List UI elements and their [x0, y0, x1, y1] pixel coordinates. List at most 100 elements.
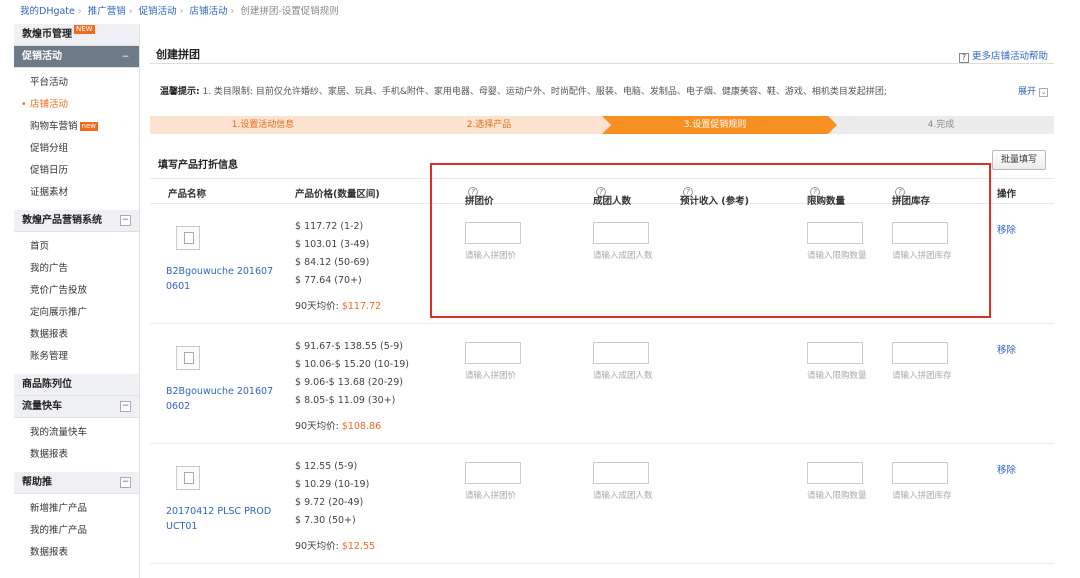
- page-title: 创建拼团: [156, 48, 200, 61]
- step-3: 3.设置促销规则: [602, 116, 837, 134]
- group-size-input[interactable]: [593, 462, 649, 484]
- sidebar-item-promo-groups[interactable]: 促销分组: [14, 138, 139, 160]
- sidebar-section-promotions[interactable]: 促销活动 −: [14, 46, 139, 68]
- new-badge: new: [79, 122, 98, 131]
- sidebar-item-add-product[interactable]: 新增推广产品: [14, 498, 139, 520]
- sidebar-item-platform-activity[interactable]: 平台活动: [14, 72, 139, 94]
- sidebar-item-label: 购物车营销: [30, 121, 78, 132]
- sidebar: 敦煌币管理NEW 促销活动 − 平台活动 店铺活动 购物车营销new 促销分组 促…: [14, 24, 140, 578]
- group-price-placeholder: 请输入拼团价: [465, 371, 517, 381]
- sidebar-item-my-products[interactable]: 我的推广产品: [14, 520, 139, 542]
- product-name-link[interactable]: 20170412 PLSC PRODUCT01: [166, 504, 276, 534]
- sidebar-section-label: 促销活动: [22, 51, 62, 62]
- step-1: 1.设置活动信息: [150, 116, 385, 134]
- avg-price-value: $12.55: [341, 541, 376, 552]
- sidebar-item-bid-ads[interactable]: 竞价广告投放: [14, 280, 139, 302]
- breadcrumb-store-activity[interactable]: 店铺活动: [189, 6, 227, 17]
- group-price-input[interactable]: [465, 222, 521, 244]
- step-2: 2.选择产品: [376, 116, 611, 134]
- product-image-icon[interactable]: [176, 466, 200, 490]
- stock-input[interactable]: [892, 462, 948, 484]
- limit-placeholder: 请输入限购数量: [807, 251, 867, 261]
- help-icon: ?: [958, 53, 969, 63]
- price-tiers: $ 12.55 (5-9) $ 10.29 (10-19) $ 9.72 (20…: [295, 458, 369, 530]
- stock-input[interactable]: [892, 342, 948, 364]
- help-link-label: 更多店铺活动帮助: [971, 51, 1048, 62]
- product-image-icon[interactable]: [176, 346, 200, 370]
- sidebar-item-promo-calendar[interactable]: 促销日历: [14, 160, 139, 182]
- avg-price-label: 90天均价:: [295, 301, 339, 312]
- group-price-input[interactable]: [465, 462, 521, 484]
- remove-link[interactable]: 移除: [997, 462, 1016, 476]
- collapse-icon[interactable]: −: [120, 401, 131, 412]
- tips-bar: 温馨提示: 1. 类目限制: 目前仅允许婚纱、家居、玩具、手机&附件、家用电器、…: [150, 80, 1054, 104]
- remove-link[interactable]: 移除: [997, 222, 1016, 236]
- group-size-input[interactable]: [593, 342, 649, 364]
- chevron-down-icon: ⌄: [1039, 88, 1048, 97]
- collapse-icon[interactable]: −: [120, 215, 131, 226]
- col-income: 预计收入 (参考)?: [680, 186, 749, 207]
- sidebar-item-home[interactable]: 首页: [14, 236, 139, 258]
- limit-input[interactable]: [807, 222, 863, 244]
- breadcrumb-home[interactable]: 我的DHgate: [20, 6, 75, 17]
- sidebar-section-label: 帮助推: [22, 477, 52, 488]
- price-tier: $ 8.05-$ 11.09 (30+): [295, 395, 396, 406]
- price-tier: $ 12.55 (5-9): [295, 461, 358, 472]
- breadcrumb-marketing[interactable]: 推广营销: [88, 6, 126, 17]
- sidebar-item-cart-marketing[interactable]: 购物车营销 new: [14, 116, 139, 138]
- group-price-input[interactable]: [465, 342, 521, 364]
- section-title: 填写产品打折信息: [158, 160, 238, 171]
- price-tier: $ 84.12 (50-69): [295, 257, 370, 268]
- product-name-link[interactable]: B2Bgouwuche 2016070601: [166, 264, 276, 294]
- sidebar-section-help-promote[interactable]: 帮助推 −: [14, 472, 139, 494]
- expand-link[interactable]: 展开 ⌄: [1018, 80, 1048, 104]
- table-header: 产品名称 产品价格(数量区间) 拼团价? 成团人数? 预计收入 (参考)? 限购…: [150, 178, 1054, 207]
- sidebar-item-help-reports[interactable]: 数据报表: [14, 542, 139, 564]
- help-link[interactable]: ? 更多店铺活动帮助: [958, 48, 1048, 63]
- sidebar-item-traffic-reports[interactable]: 数据报表: [14, 444, 139, 466]
- sidebar-item-my-traffic[interactable]: 我的流量快车: [14, 422, 139, 444]
- price-tier: $ 10.06-$ 15.20 (10-19): [295, 359, 409, 370]
- price-tier: $ 103.01 (3-49): [295, 239, 370, 250]
- batch-fill-button[interactable]: 批量填写: [991, 150, 1046, 170]
- stock-placeholder: 请输入拼团库存: [892, 371, 952, 381]
- limit-input[interactable]: [807, 342, 863, 364]
- limit-placeholder: 请输入限购数量: [807, 491, 867, 501]
- breadcrumb-promotions[interactable]: 促销活动: [139, 6, 177, 17]
- tips-label: 温馨提示:: [160, 87, 200, 97]
- main-content: 创建拼团 ? 更多店铺活动帮助 温馨提示: 1. 类目限制: 目前仅允许婚纱、家居…: [150, 24, 1054, 564]
- sidebar-section-label: 敦煌币管理: [22, 29, 72, 40]
- price-tier: $ 7.30 (50+): [295, 515, 356, 526]
- remove-link[interactable]: 移除: [997, 342, 1016, 356]
- product-image-icon[interactable]: [176, 226, 200, 250]
- sidebar-item-reports[interactable]: 数据报表: [14, 324, 139, 346]
- table-row: B2Bgouwuche 2016070602 $ 91.67-$ 138.55 …: [150, 324, 1054, 444]
- sidebar-item-store-activity[interactable]: 店铺活动: [14, 94, 139, 116]
- price-tier: $ 117.72 (1-2): [295, 221, 364, 232]
- sidebar-section-marketing-system[interactable]: 敦煌产品营销系统 −: [14, 210, 139, 232]
- sidebar-section-showcase[interactable]: 商品陈列位: [14, 374, 139, 396]
- group-price-placeholder: 请输入拼团价: [465, 491, 517, 501]
- sidebar-section-traffic[interactable]: 流量快车 −: [14, 396, 139, 418]
- avg-price-value: $108.86: [341, 421, 382, 432]
- stock-input[interactable]: [892, 222, 948, 244]
- avg-price-label: 90天均价:: [295, 421, 339, 432]
- sidebar-item-accounts[interactable]: 账务管理: [14, 346, 139, 368]
- group-size-input[interactable]: [593, 222, 649, 244]
- group-size-placeholder: 请输入成团人数: [593, 491, 653, 501]
- group-size-placeholder: 请输入成团人数: [593, 371, 653, 381]
- collapse-icon[interactable]: −: [120, 46, 131, 62]
- col-limit: 限购数量?: [807, 186, 845, 207]
- col-stock: 拼团库存?: [892, 186, 930, 207]
- step-4: 4.完成: [828, 116, 1054, 134]
- limit-input[interactable]: [807, 462, 863, 484]
- sidebar-section-coins[interactable]: 敦煌币管理 NEW: [14, 24, 139, 46]
- sidebar-item-evidence[interactable]: 证据素材: [14, 182, 139, 204]
- sidebar-item-targeted-display[interactable]: 定向展示推广: [14, 302, 139, 324]
- product-name-link[interactable]: B2Bgouwuche 2016070602: [166, 384, 276, 414]
- price-tier: $ 9.06-$ 13.68 (20-29): [295, 377, 403, 388]
- sidebar-item-my-ads[interactable]: 我的广告: [14, 258, 139, 280]
- step-progress: 1.设置活动信息 2.选择产品 3.设置促销规则 4.完成: [150, 116, 1054, 134]
- collapse-icon[interactable]: −: [120, 477, 131, 488]
- price-tiers: $ 91.67-$ 138.55 (5-9) $ 10.06-$ 15.20 (…: [295, 338, 409, 410]
